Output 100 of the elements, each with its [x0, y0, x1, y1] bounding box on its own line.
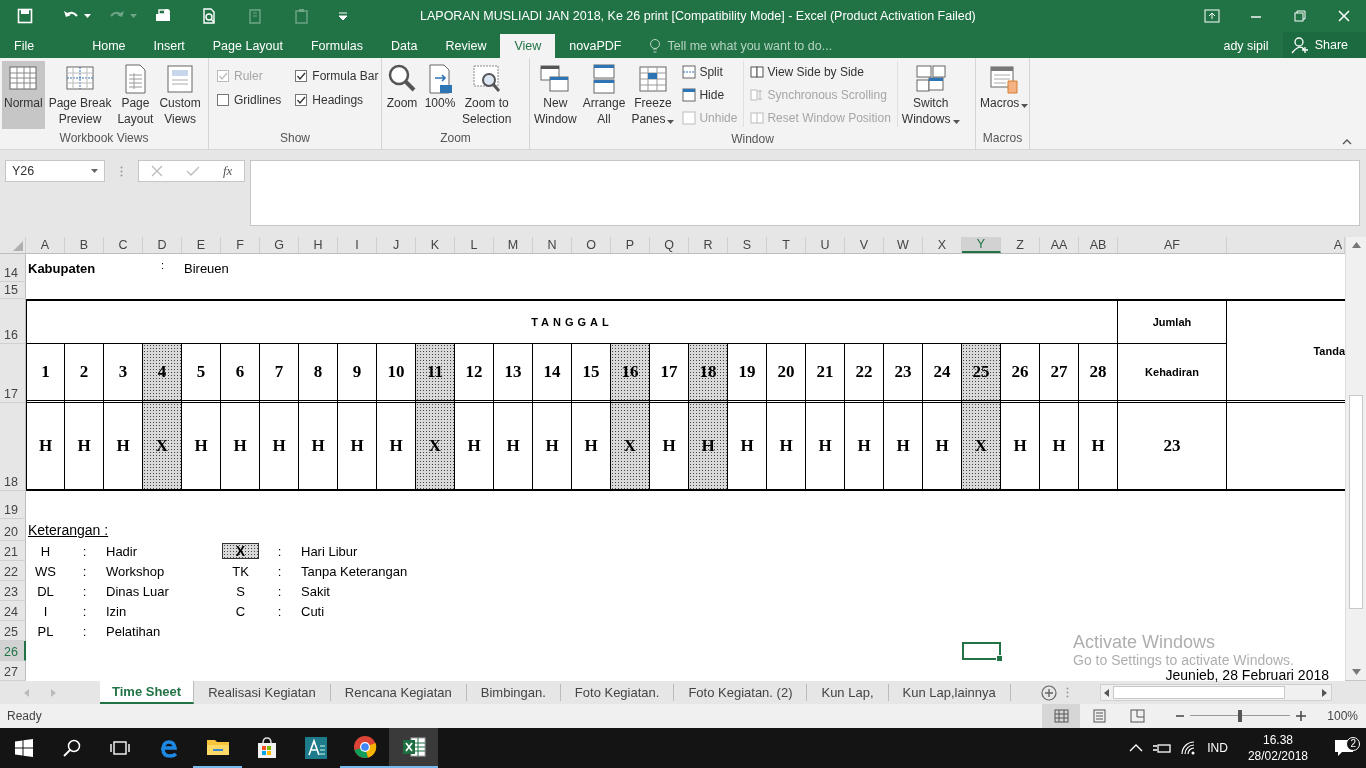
row-header[interactable]: 14: [0, 254, 26, 282]
column-header[interactable]: V: [845, 237, 884, 253]
column-header[interactable]: R: [689, 237, 728, 253]
ribbon-button[interactable]: Hide: [682, 86, 738, 104]
ribbon-tab[interactable]: View: [500, 34, 556, 58]
scroll-down-icon[interactable]: [1352, 669, 1361, 675]
ribbon-tab[interactable]: novaPDF: [555, 34, 636, 58]
dropdown-caret-icon[interactable]: [1021, 103, 1029, 108]
row-header[interactable]: 25: [0, 621, 26, 641]
scroll-left-icon[interactable]: [1103, 688, 1109, 697]
share-button[interactable]: Share: [1282, 32, 1366, 58]
column-header[interactable]: C: [104, 237, 143, 253]
taskbar-app[interactable]: [389, 728, 438, 768]
sheet-tab[interactable]: Kun Lap,: [807, 684, 889, 701]
column-header[interactable]: W: [884, 237, 923, 253]
power-plug-icon[interactable]: [1153, 741, 1172, 755]
clock[interactable]: 16.38 28/02/2018: [1237, 732, 1318, 764]
chevron-up-icon[interactable]: [1129, 743, 1144, 753]
column-header[interactable]: I: [338, 237, 377, 253]
checkbox[interactable]: Gridlines: [217, 93, 282, 107]
ribbon-button[interactable]: Switch Windows: [899, 61, 962, 130]
vertical-scrollbar[interactable]: [1345, 237, 1366, 680]
column-header[interactable]: A: [26, 237, 65, 253]
row-header[interactable]: 24: [0, 601, 26, 621]
cell-cursor[interactable]: [962, 642, 1001, 660]
sheet-tab[interactable]: Foto Kegiatan.: [560, 684, 675, 701]
column-header[interactable]: O: [572, 237, 611, 253]
column-header[interactable]: Y: [962, 237, 1001, 253]
column-header[interactable]: AB: [1079, 237, 1118, 253]
restore-icon[interactable]: [1292, 9, 1308, 23]
ribbon-button[interactable]: Normal: [2, 61, 45, 129]
column-header[interactable]: G: [260, 237, 299, 253]
column-header[interactable]: AF: [1118, 237, 1227, 253]
sheet-tab[interactable]: Realisasi Kegiatan: [194, 684, 331, 701]
column-header[interactable]: P: [611, 237, 650, 253]
scroll-up-icon[interactable]: [1352, 242, 1361, 248]
formula-field[interactable]: [250, 160, 1360, 226]
save-icon[interactable]: [16, 7, 34, 25]
user-name[interactable]: ady sipil: [1223, 34, 1269, 58]
row-header[interactable]: 18: [0, 403, 26, 491]
ribbon-tab[interactable]: Data: [377, 34, 432, 58]
name-box[interactable]: Y26: [5, 160, 105, 182]
ribbon-tab[interactable]: File: [0, 34, 49, 58]
column-header[interactable]: F: [221, 237, 260, 253]
slider-thumb[interactable]: [1238, 710, 1242, 722]
row-header[interactable]: 16: [0, 299, 26, 344]
dropdown-caret-icon[interactable]: [91, 169, 98, 173]
close-icon[interactable]: [1336, 9, 1352, 23]
ribbon-button[interactable]: View Side by Side: [750, 63, 891, 81]
sheet-tab[interactable]: Kun Lap,lainnya: [888, 684, 1011, 701]
row-header[interactable]: 27: [0, 661, 26, 681]
scroll-thumb[interactable]: [1112, 686, 1285, 699]
scroll-thumb[interactable]: [1349, 395, 1363, 609]
ribbon-tab[interactable]: Review: [431, 34, 501, 58]
search-icon[interactable]: [63, 739, 81, 757]
customize-toolbar-icon[interactable]: [338, 12, 348, 20]
scroll-right-icon[interactable]: [1321, 688, 1327, 697]
checkbox[interactable]: Headings: [295, 93, 379, 107]
ribbon-button[interactable]: Arrange All: [580, 61, 628, 129]
ribbon-button[interactable]: Macros: [978, 61, 1031, 129]
preview-icon[interactable]: [200, 7, 218, 25]
column-header[interactable]: B: [65, 237, 104, 253]
ribbon-button[interactable]: New Window: [532, 61, 579, 129]
dropdown-caret-icon[interactable]: [952, 119, 960, 124]
view-button[interactable]: [1042, 704, 1080, 728]
ribbon-button[interactable]: Zoom to Selection: [460, 61, 514, 129]
ribbon-button[interactable]: Page Layout: [115, 61, 156, 129]
sheet-tab[interactable]: Time Sheet: [100, 681, 195, 704]
column-header[interactable]: L: [455, 237, 494, 253]
horizontal-scrollbar[interactable]: [1099, 684, 1332, 701]
sheet-tab[interactable]: Foto Kegiatan. (2): [674, 684, 808, 701]
row-header[interactable]: 21: [0, 541, 26, 561]
column-header[interactable]: H: [299, 237, 338, 253]
zoom-in-icon[interactable]: [1296, 711, 1306, 721]
row-header[interactable]: 22: [0, 561, 26, 581]
column-header[interactable]: E: [182, 237, 221, 253]
tell-me-field[interactable]: Tell me what you want to do...: [667, 39, 833, 53]
zoom-out-icon[interactable]: [1176, 712, 1184, 720]
column-header[interactable]: T: [767, 237, 806, 253]
splitter-grip-icon[interactable]: [1065, 687, 1069, 698]
column-header[interactable]: N: [533, 237, 572, 253]
dropdown-caret-icon[interactable]: [667, 119, 675, 124]
sheet-tab[interactable]: Bimbingan.: [466, 684, 561, 701]
column-header[interactable]: Q: [650, 237, 689, 253]
insert-function-button[interactable]: fx: [223, 163, 233, 179]
ribbon-button[interactable]: Page Break Preview: [46, 61, 114, 129]
add-sheet-icon[interactable]: [1040, 684, 1057, 701]
ribbon-tab[interactable]: Home: [78, 34, 140, 58]
ribbon-button[interactable]: Zoom: [384, 61, 420, 129]
dropdown-caret-icon[interactable]: [84, 14, 91, 18]
sheet-tab[interactable]: Rencana Kegiatan: [330, 684, 467, 701]
zoom-level[interactable]: 100%: [1306, 709, 1366, 723]
column-header[interactable]: D: [143, 237, 182, 253]
windows-logo-icon[interactable]: [15, 739, 33, 757]
ribbon-tab[interactable]: Page Layout: [198, 34, 297, 58]
check-icon[interactable]: [185, 165, 200, 177]
ribbon-tab[interactable]: Insert: [139, 34, 199, 58]
row-header[interactable]: 15: [0, 282, 26, 299]
ribbon-button[interactable]: Split: [682, 63, 738, 81]
column-header[interactable]: S: [728, 237, 767, 253]
